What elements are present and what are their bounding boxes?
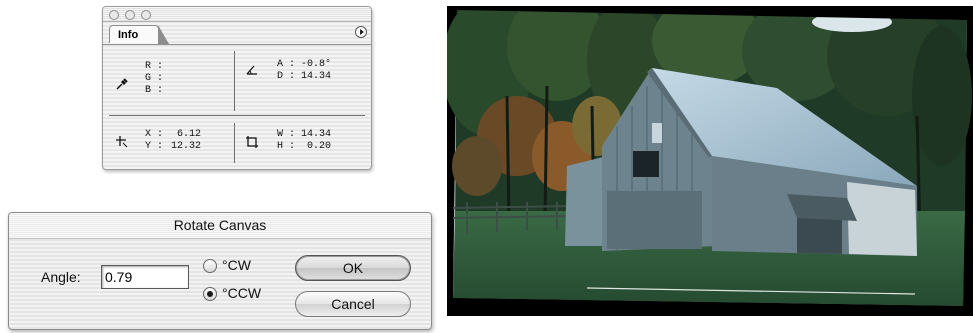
b-label: B : (145, 85, 164, 96)
d-label: D : (277, 71, 296, 82)
selection-size-icon (246, 136, 258, 148)
x-label: X : (145, 129, 164, 140)
palette-menu-icon[interactable] (355, 26, 367, 38)
cw-radio[interactable] (203, 259, 217, 273)
barn-image (447, 6, 973, 316)
ccw-label[interactable]: °CCW (222, 285, 261, 301)
divider-horizontal (109, 115, 365, 116)
barn-window (652, 123, 662, 143)
cancel-button[interactable]: Cancel (295, 291, 411, 317)
cw-label[interactable]: °CW (222, 257, 251, 273)
info-palette: Info R : G : B : A : -0.8° D : 14.34 X :… (102, 6, 372, 170)
y-label: Y : (145, 141, 164, 152)
tab-info[interactable]: Info (109, 25, 169, 44)
y-value: 12.32 (171, 141, 202, 152)
barn-side (565, 156, 607, 246)
minimize-button[interactable] (125, 10, 135, 20)
rotate-canvas-dialog: Rotate Canvas Angle: °CW °CCW OK Cancel (8, 212, 432, 330)
ccw-radio[interactable] (203, 287, 217, 301)
palette-title-bar[interactable] (103, 7, 371, 22)
x-value: 6.12 (177, 129, 202, 140)
crosshair-icon (116, 136, 128, 148)
divider-vertical-top (234, 51, 235, 111)
dialog-title: Rotate Canvas (9, 213, 431, 239)
a-label: A : (277, 59, 296, 70)
measure-angle-icon (246, 65, 257, 75)
angle-label: Angle: (41, 269, 81, 285)
d-value: 14.34 (301, 71, 332, 82)
barn-hayloft-door (633, 151, 659, 177)
close-button[interactable] (109, 10, 119, 20)
zoom-button[interactable] (141, 10, 151, 20)
barn-white-section (847, 182, 917, 256)
divider-vertical-bottom (234, 123, 235, 163)
h-label: H : (277, 141, 296, 152)
g-label: G : (145, 73, 164, 84)
barn-lower-doors (607, 191, 702, 249)
r-label: R : (145, 61, 164, 72)
eyedropper-icon (116, 78, 128, 90)
palette-tab-bar: Info (103, 22, 371, 45)
w-value: 14.34 (301, 129, 332, 140)
angle-input[interactable] (101, 265, 189, 289)
a-value: -0.8° (301, 59, 332, 70)
w-label: W : (277, 129, 296, 140)
ok-button[interactable]: OK (295, 255, 411, 281)
h-value: 0.20 (307, 141, 332, 152)
shed-roof (787, 194, 857, 221)
